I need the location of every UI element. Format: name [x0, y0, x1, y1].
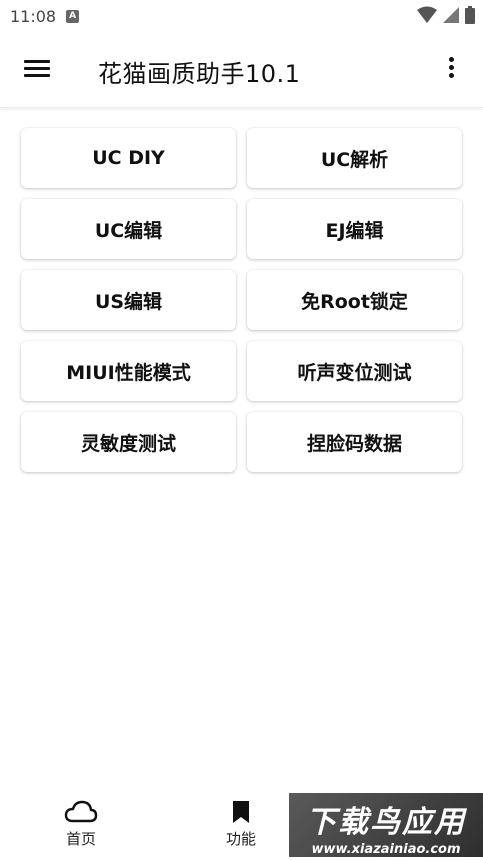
- nav-home[interactable]: 首页: [21, 790, 141, 860]
- feature-miui-performance-button[interactable]: MIUI性能模式: [21, 341, 236, 401]
- watermark-logo: 下载鸟应用 www.xiazainiao.com: [289, 793, 483, 857]
- overflow-menu-button[interactable]: [439, 54, 463, 86]
- feature-sound-position-test-button[interactable]: 听声变位测试: [247, 341, 462, 401]
- menu-icon-line: [24, 60, 50, 63]
- overflow-dot: [448, 73, 454, 78]
- feature-face-code-data-button[interactable]: 捏脸码数据: [247, 412, 462, 472]
- watermark-url: www.xiazainiao.com: [311, 842, 461, 857]
- wifi-icon: [417, 6, 437, 23]
- feature-sensitivity-test-button[interactable]: 灵敏度测试: [21, 412, 236, 472]
- menu-icon-line: [24, 67, 50, 70]
- overflow-dot: [448, 65, 454, 70]
- notification-icon: A: [66, 9, 80, 23]
- menu-button[interactable]: [22, 56, 52, 84]
- feature-grid: UC DIY UC解析 UC编辑 EJ编辑 US编辑 免Root锁定 MIUI性…: [21, 128, 462, 472]
- app-title: 花猫画质助手10.1: [98, 60, 301, 88]
- signal-icon: [443, 7, 459, 23]
- feature-us-edit-button[interactable]: US编辑: [21, 270, 236, 330]
- app-bar: 花猫画质助手10.1: [0, 32, 483, 108]
- menu-icon-line: [24, 74, 50, 77]
- status-bar: 11:08 A: [0, 0, 483, 32]
- nav-home-label: 首页: [65, 830, 96, 848]
- nav-functions[interactable]: 功能: [181, 790, 301, 860]
- feature-no-root-lock-button[interactable]: 免Root锁定: [247, 270, 462, 330]
- watermark-title: 下载鸟应用: [306, 805, 466, 840]
- bookmark-icon: [233, 801, 249, 823]
- overflow-dot: [448, 57, 454, 62]
- feature-uc-edit-button[interactable]: UC编辑: [21, 199, 236, 259]
- cloud-icon: [64, 800, 98, 823]
- battery-icon: [465, 6, 475, 24]
- feature-ej-edit-button[interactable]: EJ编辑: [247, 199, 462, 259]
- feature-uc-parse-button[interactable]: UC解析: [247, 128, 462, 188]
- nav-functions-label: 功能: [225, 830, 256, 848]
- status-time: 11:08: [10, 6, 57, 26]
- feature-uc-diy-button[interactable]: UC DIY: [21, 128, 236, 188]
- status-icons: [417, 6, 475, 24]
